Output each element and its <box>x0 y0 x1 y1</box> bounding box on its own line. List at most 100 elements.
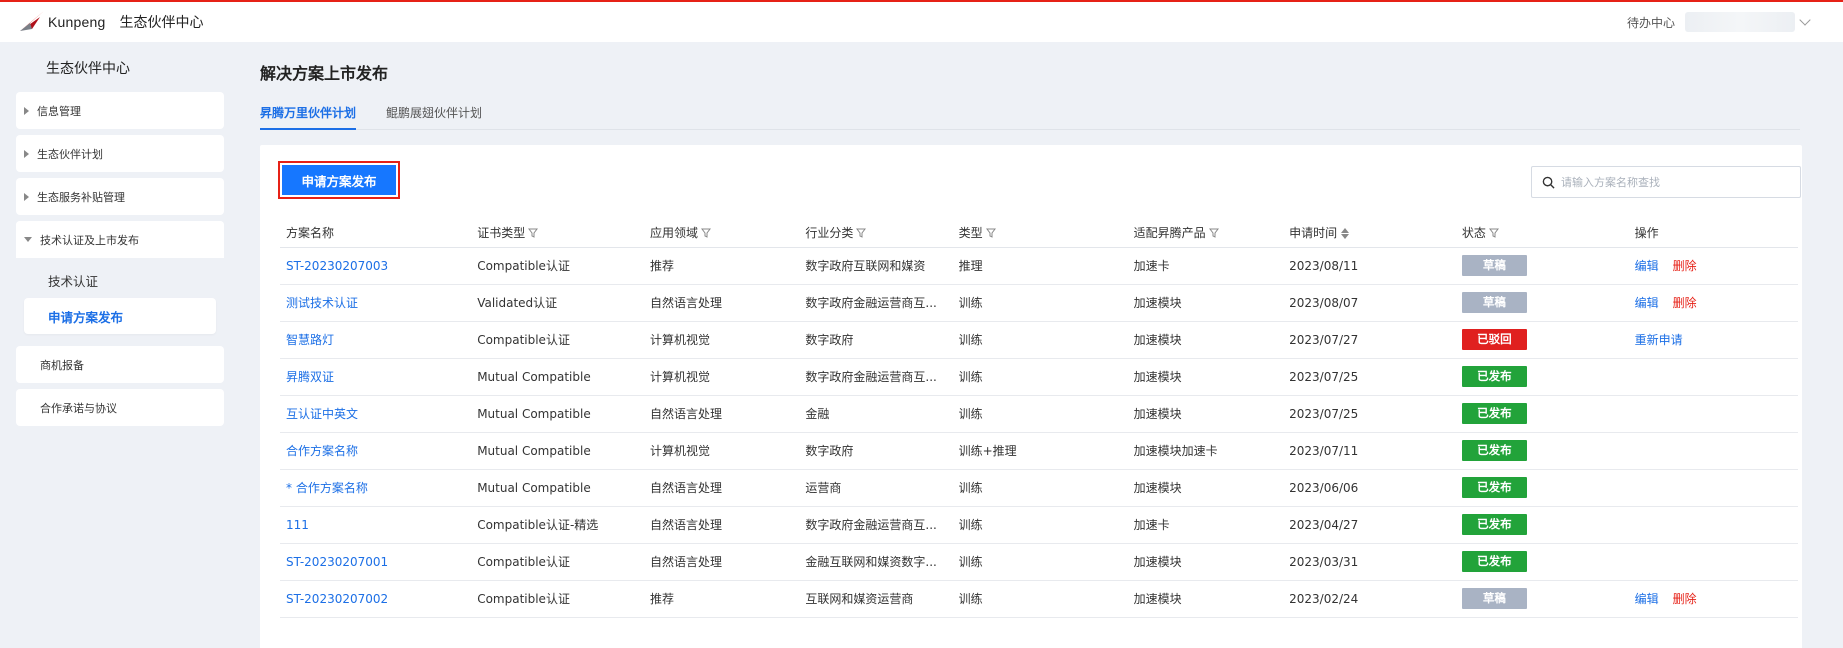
user-account[interactable] <box>1685 12 1795 32</box>
sort-icon[interactable] <box>1341 228 1350 240</box>
solution-name-link[interactable]: 昇腾双证 <box>280 358 472 396</box>
caret-down-icon <box>24 237 32 242</box>
sidebar-item-partner-plan[interactable]: 生态伙伴计划 <box>16 135 224 172</box>
sidebar-subitem-tech-cert[interactable]: 技术认证 <box>16 262 224 298</box>
solution-name-link[interactable]: ST-20230207001 <box>280 543 472 581</box>
filter-icon[interactable] <box>1488 228 1499 239</box>
delete-link[interactable]: 删除 <box>1673 259 1697 273</box>
sidebar-item-subsidy[interactable]: 生态服务补贴管理 <box>16 178 224 215</box>
table-cell: 数字政府金融运营商互... <box>799 284 953 322</box>
status-badge: 已发布 <box>1461 440 1527 461</box>
table-cell: 训练 <box>952 506 1128 544</box>
table-cell: 加速模块 <box>1127 284 1284 322</box>
sidebar-subitem-apply-release[interactable]: 申请方案发布 <box>24 298 216 334</box>
column-label: 方案名称 <box>286 226 335 241</box>
chevron-down-icon[interactable] <box>1799 14 1811 26</box>
column-label: 适配昇腾产品 <box>1133 226 1206 241</box>
filter-icon[interactable] <box>528 228 539 239</box>
table-cell: 训练 <box>952 580 1128 618</box>
table-cell: 推理 <box>952 247 1128 285</box>
sidebar-item-label: 信息管理 <box>37 104 81 118</box>
search-box[interactable] <box>1531 166 1801 198</box>
status-badge: 已发布 <box>1461 403 1527 424</box>
search-icon <box>1542 176 1555 189</box>
solution-name-link[interactable]: 互认证中英文 <box>280 395 472 433</box>
status-badge: 已发布 <box>1461 514 1527 535</box>
sidebar-item-agreement[interactable]: 合作承诺与协议 <box>16 389 224 426</box>
table-cell: 加速模块 <box>1127 395 1284 433</box>
solution-name-link[interactable]: ST-20230207003 <box>280 247 472 285</box>
actions-cell <box>1628 543 1798 581</box>
sidebar-item-opportunity[interactable]: 商机报备 <box>16 346 224 383</box>
table-cell: 训练+推理 <box>952 432 1128 470</box>
status-cell: 草稿 <box>1455 247 1629 285</box>
column-header: 操作 <box>1628 219 1798 248</box>
solution-name-link[interactable]: ST-20230207002 <box>280 580 472 618</box>
sidebar-item-label: 生态伙伴计划 <box>37 147 103 161</box>
table-cell: Validated认证 <box>471 284 644 322</box>
table-cell: 加速模块 <box>1127 543 1284 581</box>
sidebar-title: 生态伙伴中心 <box>46 61 130 77</box>
column-header: 行业分类 <box>799 219 953 248</box>
edit-link[interactable]: 编辑 <box>1635 592 1659 606</box>
content-panel: 申请方案发布 方案名称 证书类型 应用领域 行业分类 类型 适配昇腾产品 <box>260 145 1802 648</box>
sidebar-item-label: 生态服务补贴管理 <box>37 190 125 204</box>
table-row: ST-20230207003 Compatible认证 推荐 数字政府互联网和媒资 推理… <box>280 247 1798 285</box>
sidebar-group-certification: 技术认证及上市发布 技术认证 申请方案发布 <box>16 221 224 340</box>
reapply-link[interactable]: 重新申请 <box>1635 333 1683 347</box>
filter-icon[interactable] <box>985 228 996 239</box>
table-cell: 互联网和媒资运营商 <box>799 580 953 618</box>
edit-link[interactable]: 编辑 <box>1635 296 1659 310</box>
status-cell: 已发布 <box>1455 506 1629 544</box>
site-title[interactable]: 生态伙伴中心 <box>119 12 203 32</box>
column-label: 类型 <box>958 226 983 241</box>
todo-center-link[interactable]: 待办中心 <box>1627 14 1675 31</box>
actions-cell <box>1628 395 1798 433</box>
table-cell: 自然语言处理 <box>643 284 800 322</box>
kunpeng-logo[interactable]: Kunpeng <box>18 9 105 35</box>
solution-name-link[interactable]: 测试技术认证 <box>280 284 472 322</box>
sidebar-item-info[interactable]: 信息管理 <box>16 92 224 129</box>
kunpeng-logo-icon <box>20 11 44 31</box>
table-cell: 自然语言处理 <box>643 543 800 581</box>
filter-icon[interactable] <box>856 228 867 239</box>
tab-bar: 昇腾万里伙伴计划 鲲鹏展翅伙伴计划 <box>260 98 1800 130</box>
table-cell: 数字政府金融运营商互... <box>799 358 953 396</box>
apply-release-button[interactable]: 申请方案发布 <box>282 165 396 195</box>
table-cell: 2023/08/11 <box>1283 247 1456 285</box>
solution-name-link[interactable]: 合作方案名称 <box>280 432 472 470</box>
table-cell: 2023/08/07 <box>1283 284 1456 322</box>
table-cell: 2023/07/27 <box>1283 321 1456 359</box>
column-label: 证书类型 <box>477 226 526 241</box>
table-cell: 2023/07/11 <box>1283 432 1456 470</box>
table-cell: Compatible认证 <box>471 543 644 581</box>
sidebar-item-certification[interactable]: 技术认证及上市发布 <box>16 221 224 258</box>
table-cell: 2023/02/24 <box>1283 580 1456 618</box>
table-cell: 训练 <box>952 543 1128 581</box>
tab-kunpeng-partner[interactable]: 鲲鹏展翅伙伴计划 <box>386 98 482 129</box>
actions-cell <box>1628 469 1798 507</box>
status-cell: 草稿 <box>1455 284 1629 322</box>
table-cell: 数字政府互联网和媒资 <box>799 247 953 285</box>
tab-ascend-partner[interactable]: 昇腾万里伙伴计划 <box>260 98 357 130</box>
edit-link[interactable]: 编辑 <box>1635 259 1659 273</box>
status-badge: 已发布 <box>1461 477 1527 498</box>
sidebar: 生态伙伴中心 信息管理 生态伙伴计划 生态服务补贴管理 技术认证及上市发布 技术… <box>16 42 224 432</box>
delete-link[interactable]: 删除 <box>1673 296 1697 310</box>
solution-name-link[interactable]: * 合作方案名称 <box>280 469 472 507</box>
table-cell: Compatible认证 <box>471 247 644 285</box>
table-cell: 训练 <box>952 395 1128 433</box>
solution-name-link[interactable]: 111 <box>280 506 472 544</box>
filter-icon[interactable] <box>1208 228 1219 239</box>
main-content: 解决方案上市发布 昇腾万里伙伴计划 鲲鹏展翅伙伴计划 申请方案发布 方案名称 证… <box>260 42 1802 648</box>
solution-name-link[interactable]: 智慧路灯 <box>280 321 472 359</box>
solutions-table: 方案名称 证书类型 应用领域 行业分类 类型 适配昇腾产品 申请时间 状态 操作… <box>280 219 1798 618</box>
table-cell: 自然语言处理 <box>643 506 800 544</box>
search-input[interactable] <box>1561 175 1781 189</box>
actions-cell <box>1628 358 1798 396</box>
column-label: 应用领域 <box>649 226 698 241</box>
table-cell: Compatible认证 <box>471 580 644 618</box>
highlight-box: 申请方案发布 <box>278 161 400 199</box>
filter-icon[interactable] <box>700 228 711 239</box>
delete-link[interactable]: 删除 <box>1673 592 1697 606</box>
